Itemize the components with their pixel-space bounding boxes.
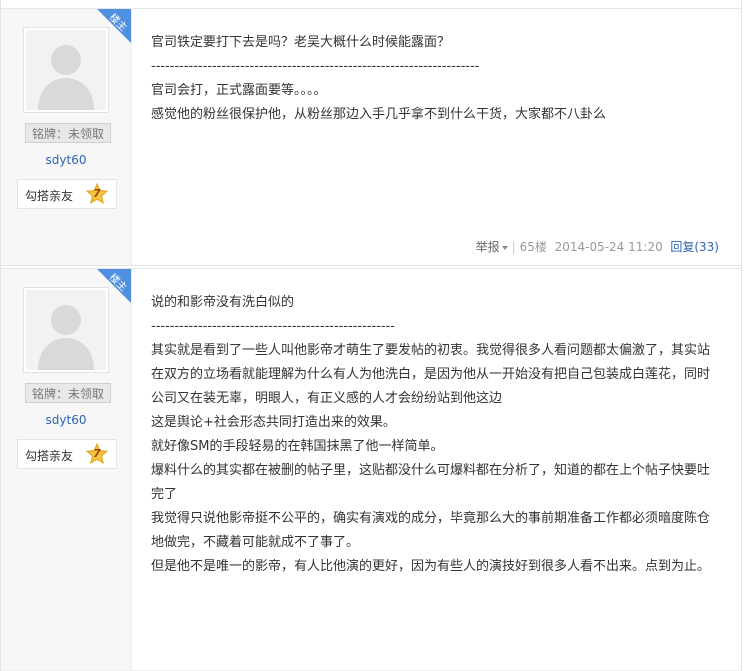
default-avatar-icon <box>26 290 106 370</box>
reply-button[interactable]: 回复(33) <box>670 240 719 254</box>
content-line: 但是他不是唯一的影帝，有人比他演的更好，因为有些人的演技好到很多人看不出来。点到… <box>151 559 711 574</box>
op-corner-badge: 楼主 <box>97 9 131 43</box>
default-avatar-icon <box>26 30 106 110</box>
post-65: 铭牌：未领取 sdyt60 勾搭亲友 7 楼主 官司铁定要打下去是吗？老吴大概什… <box>1 8 741 266</box>
content-line: 我觉得只说他影帝挺不公平的，确实有演戏的成分，毕竟那么大的事前期准备工作都必须暗… <box>151 511 711 550</box>
author-username[interactable]: sdyt60 <box>1 413 131 427</box>
op-corner-badge: 楼主 <box>97 269 131 303</box>
post-content: 官司铁定要打下去是吗？老吴大概什么时候能露面？ ----------------… <box>151 31 721 127</box>
post-timestamp: 2014-05-24 11:20 <box>554 240 663 254</box>
level-star-icon: 7 <box>86 443 108 465</box>
author-sidebar: 铭牌：未领取 sdyt60 勾搭亲友 7 楼主 <box>1 9 132 265</box>
content-line: 感觉他的粉丝很保护他，从粉丝那边入手几乎拿不到什么干货，大家都不八卦么 <box>151 107 607 122</box>
post-list: 铭牌：未领取 sdyt60 勾搭亲友 7 楼主 官司铁定要打下去是吗？老吴大概什… <box>0 0 742 671</box>
user-level[interactable]: 勾搭亲友 7 <box>17 179 117 209</box>
level-number: 7 <box>93 447 101 460</box>
nameplate-badge[interactable]: 铭牌：未领取 <box>25 383 111 403</box>
content-line: 爆料什么的其实都在被删的帖子里，这贴都没什么可爆料都在分析了，知道的都在上个帖子… <box>151 463 711 502</box>
post-66: 铭牌：未领取 sdyt60 勾搭亲友 7 楼主 说的和影帝没有洗白似的 ----… <box>1 268 741 671</box>
content-line: 就好像SM的手段轻易的在韩国抹黑了他一样简单。 <box>151 439 444 454</box>
report-button[interactable]: 举报 <box>476 240 508 254</box>
report-label: 举报 <box>475 240 500 254</box>
content-line: 官司会打，正式露面要等。。。。 <box>151 83 327 98</box>
content-divider: ----------------------------------------… <box>151 59 480 74</box>
level-name: 勾搭亲友 <box>25 189 74 203</box>
content-line: 官司铁定要打下去是吗？老吴大概什么时候能露面？ <box>151 35 451 50</box>
level-number: 7 <box>93 187 101 200</box>
content-line: 其实就是看到了一些人叫他影帝才萌生了要发帖的初衷。我觉得很多人看问题都太偏激了，… <box>151 343 711 406</box>
content-line: 这是舆论+社会形态共同打造出来的效果。 <box>151 415 396 430</box>
nameplate-badge[interactable]: 铭牌：未领取 <box>25 123 111 143</box>
level-star-icon: 7 <box>86 183 108 205</box>
floor-number: 65楼 <box>519 240 547 254</box>
level-name: 勾搭亲友 <box>25 449 74 463</box>
content-line: 说的和影帝没有洗白似的 <box>151 295 295 310</box>
chevron-down-icon <box>501 245 508 250</box>
user-level[interactable]: 勾搭亲友 7 <box>17 439 117 469</box>
author-username[interactable]: sdyt60 <box>1 153 131 167</box>
author-sidebar: 铭牌：未领取 sdyt60 勾搭亲友 7 楼主 <box>1 269 132 671</box>
content-divider: ----------------------------------------… <box>151 319 395 334</box>
post-content: 说的和影帝没有洗白似的 ----------------------------… <box>151 291 721 579</box>
meta-separator: | <box>511 240 516 254</box>
post-meta: 举报 | 65楼 2014-05-24 11:20 回复(33) <box>476 238 719 255</box>
